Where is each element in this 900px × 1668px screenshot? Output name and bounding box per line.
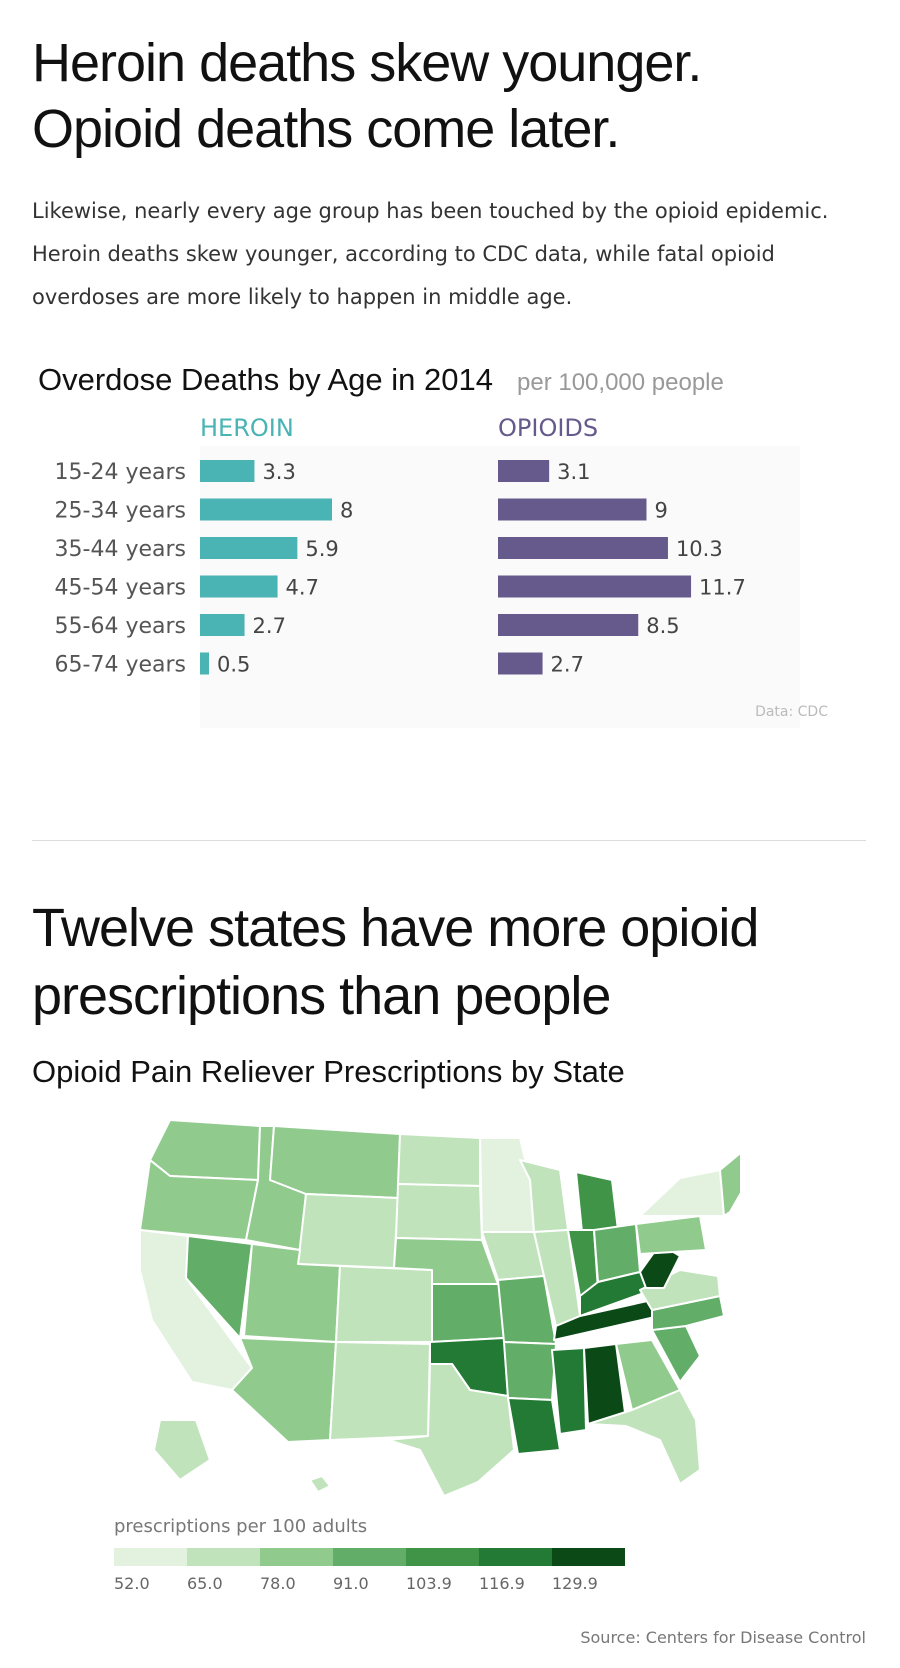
legend-swatch — [406, 1548, 479, 1566]
state-ak — [153, 1419, 211, 1481]
legend-tick-label: 91.0 — [333, 1574, 369, 1593]
series-label: HEROIN — [200, 414, 294, 442]
bar — [498, 537, 668, 559]
bar — [200, 460, 255, 482]
bar — [498, 460, 550, 482]
legend-swatch — [552, 1548, 625, 1566]
legend-swatch — [479, 1548, 552, 1566]
state-ny — [639, 1169, 725, 1217]
state-az — [231, 1337, 337, 1443]
legend-title: prescriptions per 100 adults — [114, 1516, 368, 1537]
category-label: 25-34 years — [55, 499, 186, 524]
bar-value-label: 3.3 — [262, 460, 295, 484]
state-ar — [503, 1341, 557, 1401]
legend-tick-label: 103.9 — [406, 1574, 452, 1593]
category-label: 55-64 years — [55, 614, 186, 639]
legend-tick-label: 52.0 — [114, 1574, 150, 1593]
state-pa — [635, 1215, 707, 1255]
headline-bottom: Twelve states have more opioid prescript… — [32, 894, 852, 1030]
bar-value-label: 11.7 — [699, 576, 746, 600]
bar-value-label: 8 — [340, 499, 353, 523]
bar-value-label: 2.7 — [253, 614, 286, 638]
bar — [498, 652, 543, 675]
bar — [498, 614, 639, 636]
bar-value-label: 5.9 — [305, 537, 338, 561]
legend-swatch — [260, 1548, 333, 1566]
state-co — [335, 1265, 433, 1343]
state-wy — [297, 1193, 399, 1269]
bar — [200, 614, 245, 636]
section-divider — [32, 840, 866, 841]
bar — [200, 575, 278, 598]
legend-swatch — [187, 1548, 260, 1566]
us-choropleth-map — [140, 1120, 740, 1497]
bar-value-label: 0.5 — [217, 653, 250, 677]
map-title: Opioid Pain Reliever Prescriptions by St… — [32, 1054, 625, 1089]
headline-bottom-line1: Twelve states have more opioid — [32, 898, 759, 958]
legend-tick-label: 65.0 — [187, 1574, 223, 1593]
headline-bottom-line2: prescriptions than people — [32, 966, 611, 1026]
series-label: OPIOIDS — [498, 414, 598, 442]
legend-swatch — [333, 1548, 406, 1566]
state-ks — [431, 1283, 505, 1343]
state-nd — [397, 1133, 481, 1187]
category-label: 65-74 years — [55, 653, 186, 678]
legend-tick-label: 78.0 — [260, 1574, 296, 1593]
state-mi — [575, 1171, 619, 1233]
legend-tick-label: 129.9 — [552, 1574, 598, 1593]
bar-value-label: 4.7 — [286, 576, 319, 600]
bar — [200, 652, 209, 675]
bar-value-label: 3.1 — [557, 460, 590, 484]
overdose-bar-chart: HEROIN OPIOIDS 15-24 years 3.3 3.1 25-34 year… — [55, 414, 828, 728]
state-mt — [269, 1125, 401, 1199]
data-note: Data: CDC — [755, 704, 828, 720]
bar-value-label: 2.7 — [551, 653, 584, 677]
bar-value-label: 10.3 — [676, 537, 723, 561]
state-hi — [309, 1475, 331, 1493]
bar-value-label: 8.5 — [646, 614, 679, 638]
category-label: 35-44 years — [55, 537, 186, 562]
bar — [200, 498, 332, 521]
state-la — [507, 1397, 561, 1455]
state-wa — [149, 1120, 261, 1181]
state-nm — [329, 1341, 431, 1441]
state-mn — [479, 1137, 535, 1233]
bar — [498, 498, 647, 521]
bar — [200, 537, 298, 559]
state-ms — [551, 1347, 587, 1435]
state-sd — [395, 1183, 483, 1241]
bar — [498, 575, 692, 598]
color-legend: 52.0 65.0 78.0 91.0 103.9 116.9 129.9 — [114, 1548, 640, 1593]
category-label: 15-24 years — [55, 460, 186, 485]
legend-tick-label: 116.9 — [479, 1574, 525, 1593]
state-new-england — [719, 1152, 740, 1217]
source-note: Source: Centers for Disease Control — [580, 1628, 866, 1647]
category-label: 45-54 years — [55, 576, 186, 601]
bar-value-label: 9 — [655, 499, 668, 523]
legend-swatch — [114, 1548, 187, 1566]
